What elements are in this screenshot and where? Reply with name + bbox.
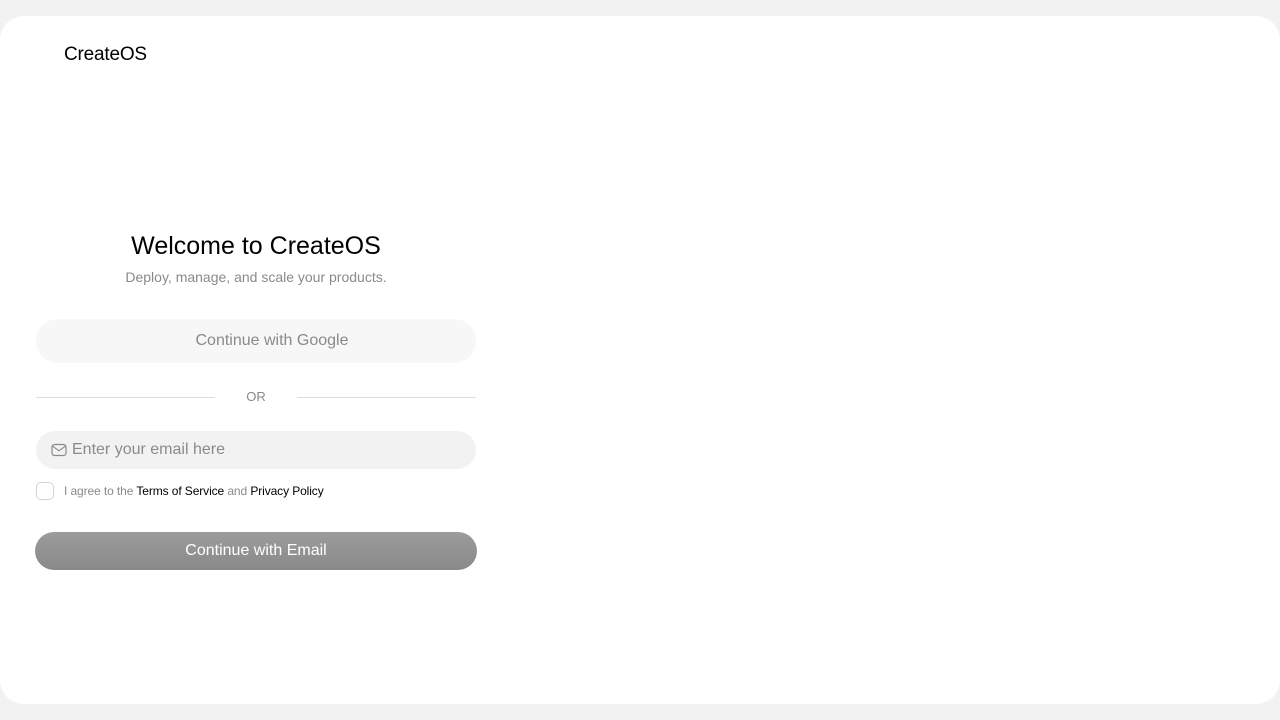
email-field[interactable]	[36, 431, 476, 469]
privacy-policy-link[interactable]: Privacy Policy	[250, 484, 323, 498]
divider-line-right	[297, 397, 476, 398]
google-button-label: Continue with Google	[195, 332, 349, 349]
divider-line-left	[36, 397, 215, 398]
login-panel: Welcome to CreateOS Deploy, manage, and …	[35, 16, 477, 704]
continue-with-google-button[interactable]: Continue with Google	[36, 319, 476, 363]
divider-label: OR	[246, 389, 266, 404]
continue-with-email-button[interactable]: Continue with Email	[35, 532, 477, 570]
terms-of-service-link[interactable]: Terms of Service	[136, 484, 224, 498]
terms-checkbox[interactable]	[36, 482, 54, 500]
agree-prefix-text: I agree to the	[64, 484, 134, 498]
page-title: Welcome to CreateOS	[131, 232, 381, 260]
agree-and-text: and	[227, 484, 248, 498]
email-button-label: Continue with Email	[185, 542, 327, 559]
terms-agreement-text: I agree to the Terms of Service and Priv…	[64, 481, 324, 501]
terms-agreement-row: I agree to the Terms of Service and Priv…	[36, 481, 476, 501]
page-subtitle: Deploy, manage, and scale your products.	[125, 269, 387, 285]
or-divider: OR	[36, 388, 476, 406]
main-card: CreateOS Welcome to CreateOS Deploy, man…	[0, 16, 1280, 704]
email-input[interactable]	[72, 441, 452, 459]
mail-envelope-icon	[50, 441, 68, 459]
